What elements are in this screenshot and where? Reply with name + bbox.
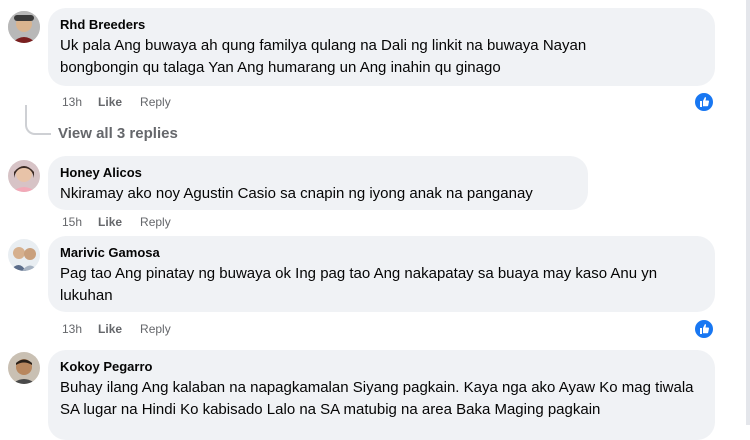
comment-actions: 15h Like Reply bbox=[62, 214, 171, 230]
comment-text: Buhay ilang Ang kalaban na napagkamalan … bbox=[60, 379, 694, 418]
like-button[interactable]: Like bbox=[98, 214, 122, 230]
like-button[interactable]: Like bbox=[98, 94, 122, 110]
comment-author[interactable]: Marivic Gamosa bbox=[60, 244, 703, 261]
comment-author[interactable]: Kokoy Pegarro bbox=[60, 358, 703, 375]
reply-button[interactable]: Reply bbox=[140, 214, 171, 230]
scrollbar-track[interactable] bbox=[746, 0, 750, 425]
like-reaction-icon[interactable] bbox=[693, 318, 715, 340]
comment-author[interactable]: Honey Alicos bbox=[60, 164, 576, 181]
comment-actions: 13h Like Reply bbox=[62, 94, 171, 110]
comment-author[interactable]: Rhd Breeders bbox=[60, 16, 703, 33]
avatar[interactable] bbox=[8, 239, 40, 271]
reply-button[interactable]: Reply bbox=[140, 321, 171, 337]
comment-text: Nkiramay ako noy Agustin Casio sa cnapin… bbox=[60, 185, 533, 202]
comment-timestamp[interactable]: 13h bbox=[62, 94, 82, 110]
comment-timestamp[interactable]: 15h bbox=[62, 214, 82, 230]
avatar[interactable] bbox=[8, 352, 40, 384]
comment-bubble[interactable]: Honey Alicos Nkiramay ako noy Agustin Ca… bbox=[48, 156, 588, 210]
thread-connector bbox=[25, 105, 51, 135]
avatar[interactable] bbox=[8, 160, 40, 192]
comment-bubble[interactable]: Kokoy Pegarro Buhay ilang Ang kalaban na… bbox=[48, 350, 715, 440]
avatar[interactable] bbox=[8, 11, 40, 43]
comment-bubble[interactable]: Rhd Breeders Uk pala Ang buwaya ah qung … bbox=[48, 8, 715, 86]
comment-actions: 13h Like Reply bbox=[62, 321, 171, 337]
view-replies-link[interactable]: View all 3 replies bbox=[58, 125, 178, 142]
comment-timestamp[interactable]: 13h bbox=[62, 321, 82, 337]
reply-button[interactable]: Reply bbox=[140, 94, 171, 110]
comment-bubble[interactable]: Marivic Gamosa Pag tao Ang pinatay ng bu… bbox=[48, 236, 715, 312]
like-reaction-icon[interactable] bbox=[693, 91, 715, 113]
comment-text: Uk pala Ang buwaya ah qung familya qulan… bbox=[60, 37, 587, 76]
comment-text: Pag tao Ang pinatay ng buwaya ok Ing pag… bbox=[60, 265, 658, 304]
like-button[interactable]: Like bbox=[98, 321, 122, 337]
